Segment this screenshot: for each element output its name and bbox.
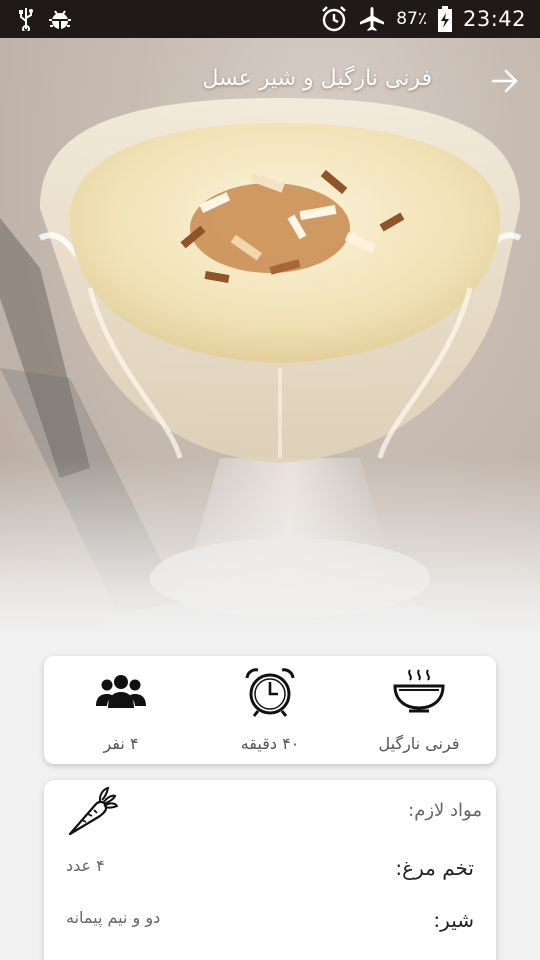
top-bar: فرنی نارگیل و شیر عسل (0, 38, 540, 122)
status-left-group (18, 7, 72, 31)
hero-fade (0, 458, 540, 638)
recipe-info-card: ۴ نفر ۴۰ دقیقه فرنی نارگیل (44, 656, 496, 764)
battery-percent: 87٪ (396, 9, 427, 29)
servings-info: ۴ نفر (56, 656, 186, 764)
dish-info: فرنی نارگیل (354, 656, 484, 764)
people-group-icon (95, 666, 147, 718)
arrow-right-icon (491, 69, 518, 93)
alarm-clock-icon (244, 666, 296, 718)
ingredient-name: شیر: (433, 908, 474, 932)
servings-label: ۴ نفر (103, 734, 139, 753)
recipe-hero-image (0, 38, 540, 638)
clock: 23:42 (462, 7, 526, 31)
usb-icon (18, 7, 34, 31)
status-right-group: 87٪ 23:42 (320, 5, 526, 33)
ingredients-card: مواد لازم: تخم مرغ: ۴ عدد شیر: دو و نیم … (44, 780, 496, 960)
ingredients-heading: مواد لازم: (408, 800, 482, 821)
duration-label: ۴۰ دقیقه (240, 734, 300, 753)
dish-label: فرنی نارگیل (378, 734, 460, 753)
bowl-steam-icon (393, 666, 445, 718)
status-bar: 87٪ 23:42 (0, 0, 540, 38)
page-title: فرنی نارگیل و شیر عسل (202, 66, 432, 91)
carrot-icon (66, 786, 119, 842)
duration-info: ۴۰ دقیقه (205, 656, 335, 764)
android-debug-icon (48, 7, 72, 31)
ingredient-row: شیر: دو و نیم پیمانه (44, 908, 496, 948)
airplane-mode-icon (358, 5, 386, 33)
ingredient-amount: دو و نیم پیمانه (66, 908, 161, 927)
alarm-icon (320, 5, 348, 33)
ingredient-row: تخم مرغ: ۴ عدد (44, 856, 496, 896)
back-button[interactable] (488, 64, 522, 98)
battery-charging-icon (437, 5, 453, 33)
ingredient-amount: ۴ عدد (66, 856, 105, 875)
ingredient-name: تخم مرغ: (395, 856, 474, 880)
